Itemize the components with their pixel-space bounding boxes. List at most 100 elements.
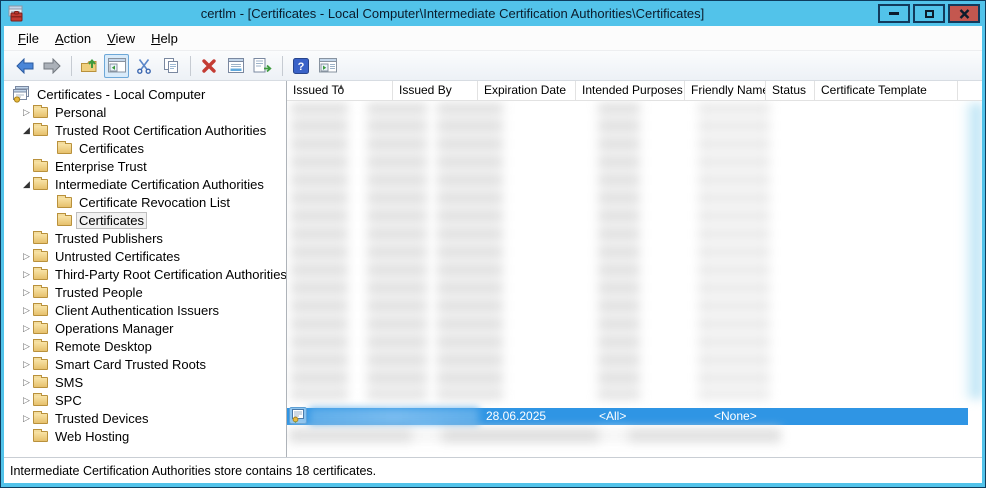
folder-icon: [57, 143, 72, 154]
expand-arrow-icon[interactable]: [20, 107, 33, 118]
tree-item-enterprise-trust[interactable]: Enterprise Trust: [4, 157, 286, 175]
column-status[interactable]: Status: [766, 81, 815, 100]
folder-icon: [57, 197, 72, 208]
console-tree-toggle-button[interactable]: [104, 54, 129, 78]
back-button[interactable]: [12, 54, 37, 78]
forward-button[interactable]: [39, 54, 64, 78]
console-tree-toggle-icon: [108, 58, 126, 73]
tree-item-operations-manager[interactable]: Operations Manager: [4, 319, 286, 337]
expand-arrow-icon[interactable]: [20, 323, 33, 334]
tree-item-trusted-root-certification-authorities[interactable]: Trusted Root Certification Authorities: [4, 121, 286, 139]
folder-icon: [33, 251, 48, 262]
tree-item-client-authentication-issuers[interactable]: Client Authentication Issuers: [4, 301, 286, 319]
cut-button[interactable]: [131, 54, 156, 78]
tree-item-trusted-people[interactable]: Trusted People: [4, 283, 286, 301]
mmc-console-icon: [6, 4, 26, 24]
toolbar-separator: [190, 56, 191, 76]
collapse-arrow-icon[interactable]: [20, 179, 33, 190]
menu-action[interactable]: Action: [47, 28, 99, 49]
expand-arrow-icon[interactable]: [20, 377, 33, 388]
tree-item-personal[interactable]: Personal: [4, 103, 286, 121]
tree-item-smart-card-trusted-roots[interactable]: Smart Card Trusted Roots: [4, 355, 286, 373]
help-button[interactable]: ?: [288, 54, 313, 78]
expand-arrow-icon[interactable]: [20, 251, 33, 262]
tree-item-trusted-root-certificates[interactable]: Certificates: [4, 139, 286, 157]
folder-icon: [33, 341, 48, 352]
properties-button[interactable]: [223, 54, 248, 78]
tree-item-third-party-root-certification-authorities[interactable]: Third-Party Root Certification Authoriti…: [4, 265, 286, 283]
menubar: File Action View Help: [4, 26, 982, 51]
expand-arrow-icon[interactable]: [20, 395, 33, 406]
expand-arrow-icon[interactable]: [20, 359, 33, 370]
folder-icon: [57, 215, 72, 226]
expand-arrow-icon[interactable]: [20, 287, 33, 298]
expand-arrow-icon[interactable]: [20, 413, 33, 424]
column-intended-purposes[interactable]: Intended Purposes: [576, 81, 685, 100]
column-issued-to[interactable]: Issued To▲: [287, 81, 393, 100]
tree-item-intermediate-certificates[interactable]: Certificates: [4, 211, 286, 229]
delete-button[interactable]: [196, 54, 221, 78]
tree-item-certificates-local-computer[interactable]: Certificates - Local Computer: [4, 85, 286, 103]
maximize-icon: [925, 10, 934, 18]
selected-expiration-date: 28.06.2025: [486, 409, 546, 423]
tree-item-untrusted-certificates[interactable]: Untrusted Certificates: [4, 247, 286, 265]
tree-item-intermediate-certification-authorities[interactable]: Intermediate Certification Authorities: [4, 175, 286, 193]
export-list-icon: [253, 58, 272, 73]
tree-item-label: Certificates - Local Computer: [34, 87, 208, 102]
maximize-button[interactable]: [913, 4, 945, 23]
redacted-selected-name: [309, 408, 479, 425]
toolbar-separator: [71, 56, 72, 76]
titlebar[interactable]: certlm - [Certificates - Local Computer\…: [4, 1, 982, 26]
forward-icon: [42, 58, 62, 74]
list-body[interactable]: 28.06.2025 <All> <None>: [287, 101, 982, 457]
selected-certificate-row[interactable]: 28.06.2025 <All> <None>: [287, 408, 968, 425]
svg-text:?: ?: [297, 61, 304, 73]
window-controls: [875, 4, 980, 23]
expand-arrow-icon[interactable]: [20, 305, 33, 316]
certlm-window: certlm - [Certificates - Local Computer\…: [0, 0, 986, 488]
tree-item-remote-desktop[interactable]: Remote Desktop: [4, 337, 286, 355]
certificate-list: Issued To▲ Issued By Expiration Date Int…: [287, 81, 982, 457]
folder-icon: [33, 179, 48, 190]
list-header: Issued To▲ Issued By Expiration Date Int…: [287, 81, 982, 101]
redacted-certificate-rows: [287, 103, 982, 399]
minimize-button[interactable]: [878, 4, 910, 23]
tree-item-spc[interactable]: SPC: [4, 391, 286, 409]
tree-item-web-hosting[interactable]: Web Hosting: [4, 427, 286, 445]
folder-icon: [33, 413, 48, 424]
folder-icon: [33, 233, 48, 244]
column-issued-by[interactable]: Issued By: [393, 81, 478, 100]
column-certificate-template[interactable]: Certificate Template: [815, 81, 958, 100]
expand-arrow-icon[interactable]: [20, 341, 33, 352]
column-filler: [958, 81, 982, 100]
folder-icon: [33, 305, 48, 316]
copy-icon: [163, 58, 179, 74]
minimize-icon: [889, 12, 899, 15]
tree-item-certificate-revocation-list[interactable]: Certificate Revocation List: [4, 193, 286, 211]
tree-item-trusted-publishers[interactable]: Trusted Publishers: [4, 229, 286, 247]
collapse-arrow-icon[interactable]: [20, 125, 33, 136]
up-one-level-button[interactable]: [77, 54, 102, 78]
folder-icon: [33, 323, 48, 334]
folder-icon: [33, 125, 48, 136]
menu-file[interactable]: File: [10, 28, 47, 49]
copy-button[interactable]: [158, 54, 183, 78]
tree-item-trusted-devices[interactable]: Trusted Devices: [4, 409, 286, 427]
action-pane-toggle-button[interactable]: [315, 54, 340, 78]
up-one-level-icon: [80, 57, 100, 74]
selected-intended-purposes: <All>: [599, 409, 626, 423]
column-expiration-date[interactable]: Expiration Date: [478, 81, 576, 100]
tree-item-sms[interactable]: SMS: [4, 373, 286, 391]
folder-icon: [33, 287, 48, 298]
folder-icon: [33, 269, 48, 280]
folder-icon: [33, 431, 48, 442]
folder-icon: [33, 395, 48, 406]
window-title: certlm - [Certificates - Local Computer\…: [30, 6, 875, 21]
close-button[interactable]: [948, 4, 980, 23]
column-friendly-name[interactable]: Friendly Name: [685, 81, 766, 100]
menu-view[interactable]: View: [99, 28, 143, 49]
expand-arrow-icon[interactable]: [20, 269, 33, 280]
export-list-button[interactable]: [250, 54, 275, 78]
cut-icon: [136, 58, 152, 74]
menu-help[interactable]: Help: [143, 28, 186, 49]
